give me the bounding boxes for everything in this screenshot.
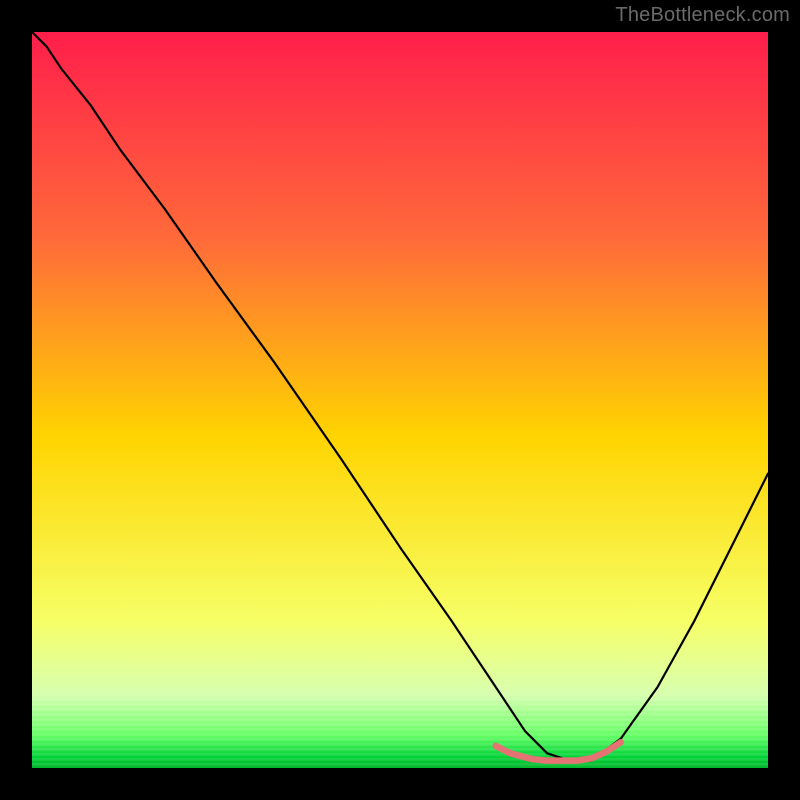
band-stripe — [32, 743, 768, 746]
band-stripe — [32, 723, 768, 726]
chart-svg — [32, 32, 768, 768]
band-stripe — [32, 763, 768, 766]
band-stripe — [32, 713, 768, 716]
band-stripe — [32, 728, 768, 731]
plot-area — [32, 32, 768, 768]
band-stripe — [32, 753, 768, 756]
band-stripe — [32, 698, 768, 701]
band-stripe — [32, 703, 768, 706]
band-stripe — [32, 748, 768, 751]
band-stripe — [32, 738, 768, 741]
band-stripe — [32, 758, 768, 761]
band-stripe — [32, 733, 768, 736]
gradient-background — [32, 32, 768, 768]
chart-frame: TheBottleneck.com — [0, 0, 800, 800]
band-stripe — [32, 718, 768, 721]
band-stripe — [32, 708, 768, 711]
watermark-text: TheBottleneck.com — [615, 4, 790, 27]
